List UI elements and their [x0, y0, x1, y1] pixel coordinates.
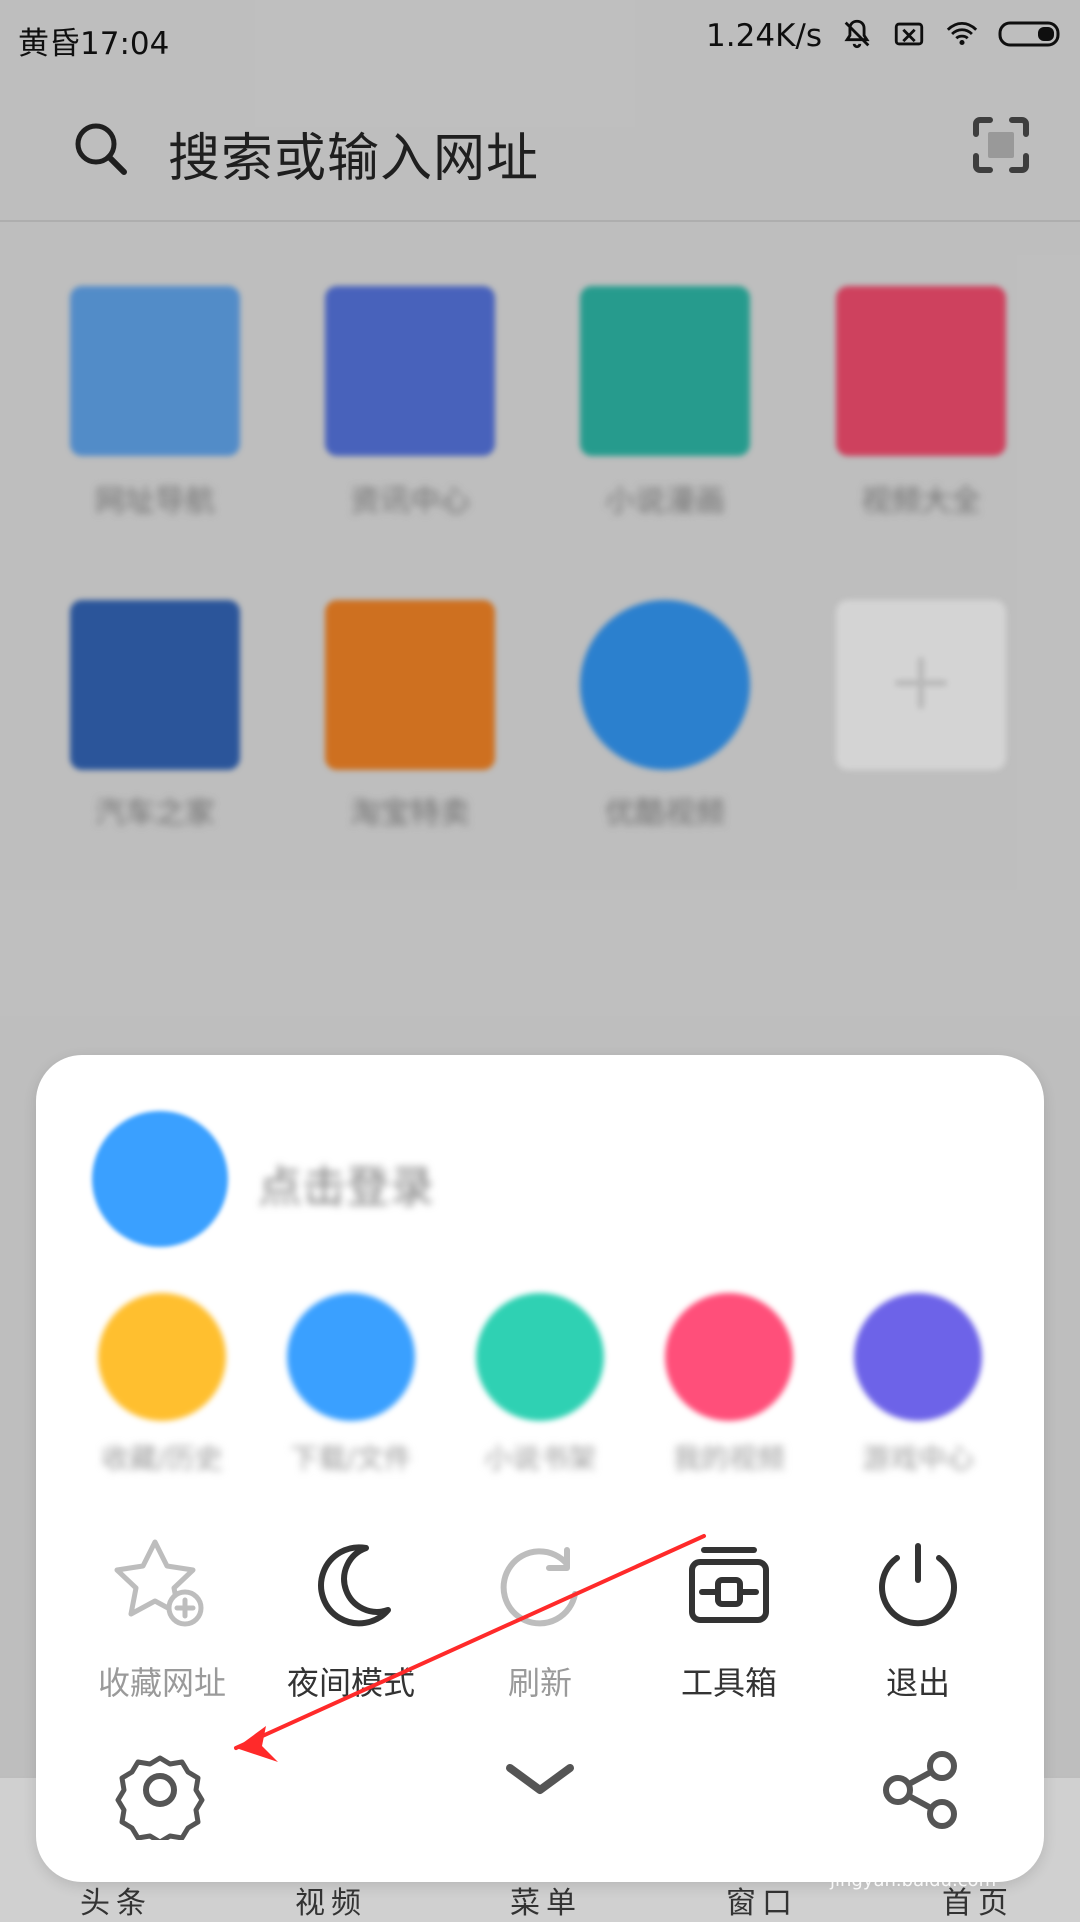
nav-item-headlines[interactable]: 头条 — [80, 1878, 152, 1922]
watermark-url: jingyan.baidu.com — [830, 1870, 997, 1891]
watermark-logo: Bai 经验 — [826, 1828, 992, 1874]
exit-label: 退出 — [885, 1664, 950, 1702]
refresh-label: 刷新 — [507, 1664, 572, 1702]
quick-action-label: 小说书架 — [483, 1442, 596, 1475]
quick-action-label: 游戏中心 — [861, 1442, 974, 1475]
menu-sheet: 点击登录 收藏/历史 下载/文件 小说书架 我的视频 游戏中心 收藏网址 夜间模… — [36, 1055, 1044, 1882]
moon-icon — [296, 1530, 406, 1640]
quick-action-game-center[interactable] — [854, 1293, 982, 1421]
exit-button[interactable]: 退出 — [828, 1530, 1008, 1704]
nav-item-video[interactable]: 视频 — [295, 1878, 367, 1922]
refresh-button[interactable]: 刷新 — [450, 1530, 630, 1704]
night-mode-label: 夜间模式 — [286, 1664, 415, 1702]
toolbox-icon — [674, 1530, 784, 1640]
toolbox-button[interactable]: 工具箱 — [639, 1530, 819, 1704]
quick-action-label: 下载/文件 — [290, 1442, 412, 1475]
star-plus-icon — [107, 1530, 217, 1640]
toolbox-label: 工具箱 — [680, 1664, 777, 1702]
settings-icon[interactable] — [110, 1740, 210, 1845]
nav-item-windows[interactable]: 窗口 — [726, 1878, 798, 1922]
quick-action-favorites-history[interactable] — [98, 1293, 226, 1421]
power-icon — [863, 1530, 973, 1640]
quick-action-my-videos[interactable] — [665, 1293, 793, 1421]
refresh-icon — [485, 1530, 595, 1640]
nav-item-menu[interactable]: 菜单 — [510, 1878, 582, 1922]
quick-action-label: 收藏/历史 — [101, 1442, 223, 1475]
add-bookmark-button[interactable]: 收藏网址 — [72, 1530, 252, 1704]
quick-action-label: 我的视频 — [672, 1442, 785, 1475]
quick-action-novel-shelf[interactable] — [476, 1293, 604, 1421]
avatar[interactable] — [92, 1111, 228, 1247]
login-prompt[interactable]: 点击登录 — [258, 1151, 434, 1215]
add-bookmark-label: 收藏网址 — [97, 1664, 226, 1702]
chevron-down-icon[interactable] — [490, 1730, 590, 1830]
night-mode-button[interactable]: 夜间模式 — [261, 1530, 441, 1704]
quick-action-downloads-files[interactable] — [287, 1293, 415, 1421]
